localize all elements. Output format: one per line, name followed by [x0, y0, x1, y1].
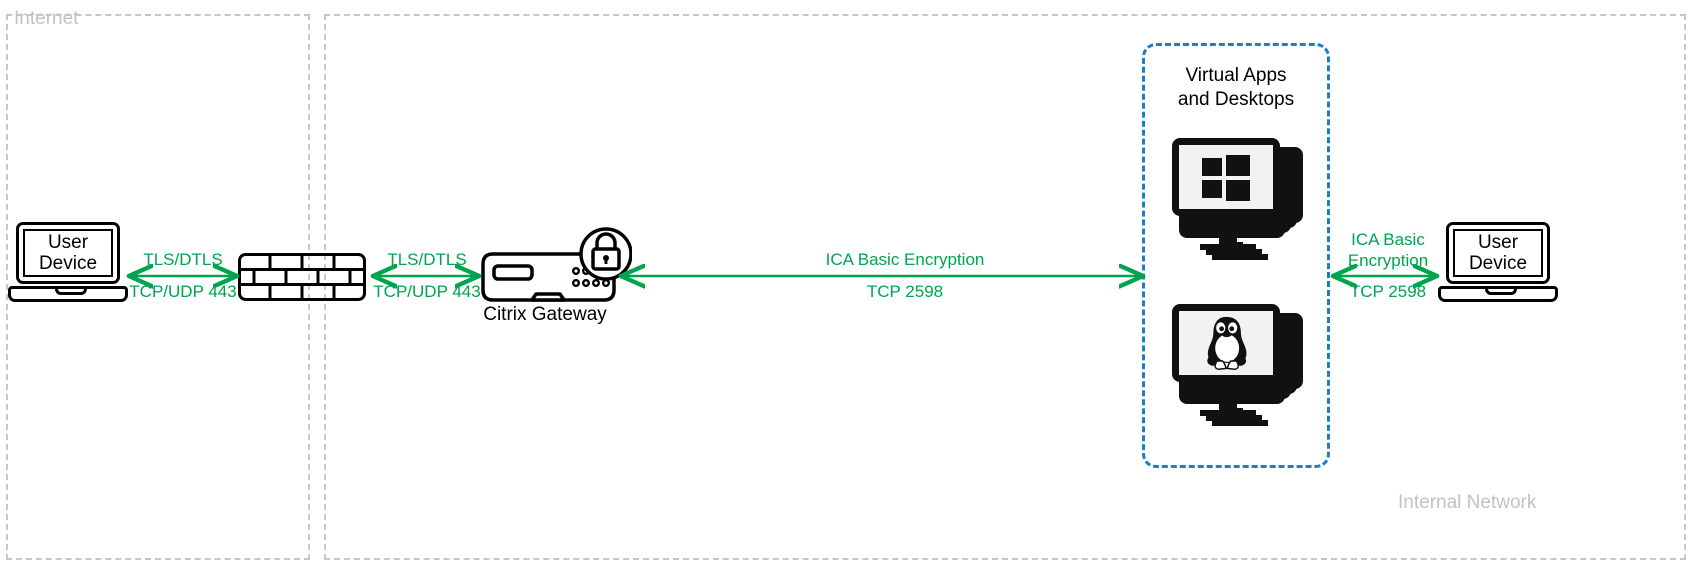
user-device-right-label-line1: User [1477, 232, 1519, 253]
vad-title-line1: Virtual Apps [1185, 65, 1287, 86]
conn-label-ports-2: TCP/UDP 443 [373, 282, 481, 301]
laptop-icon: User Device [16, 222, 120, 284]
user-device-right[interactable]: User Device [1438, 222, 1558, 312]
conn-label-ports-right: TCP 2598 [1349, 282, 1427, 301]
vad-title-line2: and Desktops [1177, 89, 1295, 110]
zone-internal-label: Internal Network [1398, 492, 1537, 513]
linux-penguin-monitor-stack-icon[interactable] [1162, 298, 1312, 428]
laptop-notch [55, 289, 87, 295]
laptop-notch [1485, 289, 1517, 295]
user-device-left-label-line2: Device [38, 253, 98, 274]
firewall-brick-wall-icon[interactable] [238, 253, 366, 301]
conn-label-ica-right-line2: Encryption [1347, 251, 1429, 270]
user-device-left-label-line1: User [47, 232, 89, 253]
conn-label-ica-middle: ICA Basic Encryption [825, 250, 985, 269]
user-device-left[interactable]: User Device [8, 222, 128, 312]
lock-icon [579, 227, 633, 281]
diagram-canvas: Internet Internal Network User Device Ci… [0, 0, 1692, 572]
conn-label-ica-right-line1: ICA Basic [1351, 230, 1425, 249]
conn-label-ica-right: ICA Basic Encryption [1338, 229, 1438, 271]
gateway-caption: Citrix Gateway [483, 304, 607, 325]
zone-internet-label: Internet [14, 8, 79, 29]
laptop-icon: User Device [1446, 222, 1550, 284]
conn-label-ports-middle: TCP 2598 [866, 282, 944, 301]
windows-monitor-stack-icon[interactable] [1162, 132, 1312, 262]
conn-label-ports-1: TCP/UDP 443 [129, 282, 237, 301]
laptop-base [1438, 286, 1558, 302]
conn-label-tls-1: TLS/DTLS [143, 250, 223, 269]
virtual-apps-and-desktops-title: Virtual Apps and Desktops [1142, 64, 1330, 112]
conn-label-tls-2: TLS/DTLS [387, 250, 467, 269]
laptop-base [8, 286, 128, 302]
user-device-right-label-line2: Device [1468, 253, 1528, 274]
